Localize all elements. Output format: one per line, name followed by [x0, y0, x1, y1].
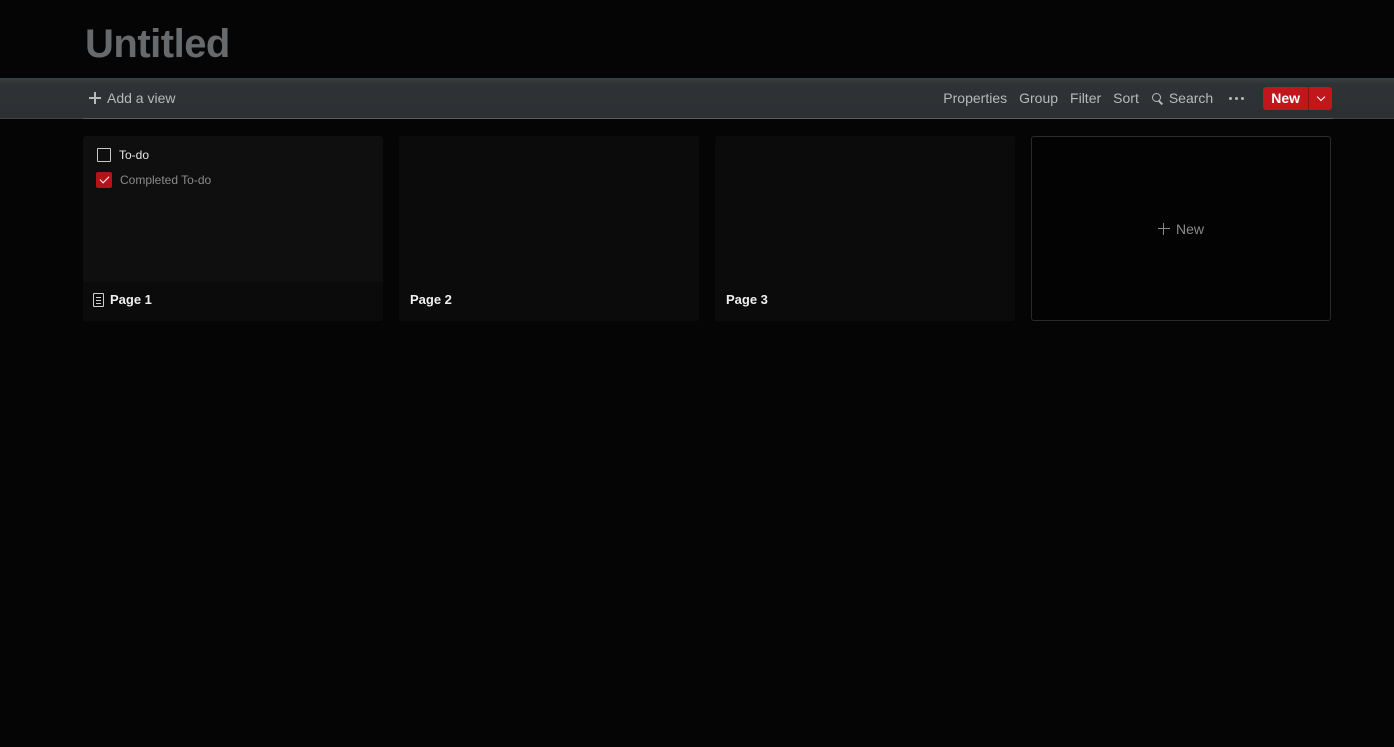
- todo-item: To-do: [97, 148, 149, 162]
- group-button[interactable]: Group: [1013, 85, 1064, 111]
- card-title-text: Page 1: [110, 292, 152, 307]
- checkbox-checked-icon[interactable]: [96, 172, 112, 188]
- gallery-card-page-1[interactable]: To-do Completed To-do Page 1: [83, 136, 383, 321]
- plus-icon: [1157, 222, 1170, 235]
- todo-item-completed: Completed To-do: [96, 172, 211, 188]
- gallery-card-page-3[interactable]: Page 3: [715, 136, 1015, 321]
- chevron-down-icon: [1316, 92, 1325, 101]
- page-icon: [93, 292, 104, 307]
- card-title: Page 1: [93, 292, 152, 307]
- filter-button[interactable]: Filter: [1064, 85, 1107, 111]
- gallery-view: To-do Completed To-do Page 1 Page 2 Page…: [83, 136, 1331, 321]
- new-button[interactable]: New: [1263, 86, 1308, 110]
- new-card-button[interactable]: New: [1031, 136, 1331, 321]
- checkbox-empty-icon[interactable]: [97, 148, 111, 162]
- gallery-card-page-2[interactable]: Page 2: [399, 136, 699, 321]
- new-card-label: New: [1175, 220, 1204, 237]
- view-toolbar: Add a view Properties Group Filter Sort …: [83, 78, 1332, 118]
- view-toolbar-band: Add a view Properties Group Filter Sort …: [0, 78, 1394, 119]
- search-label: Search: [1168, 90, 1214, 106]
- page-title[interactable]: Untitled: [85, 22, 230, 67]
- card-title: Page 2: [410, 292, 452, 307]
- new-dropdown-button[interactable]: [1308, 86, 1332, 110]
- toolbar-divider: [83, 118, 1333, 119]
- card-title-text: Page 3: [726, 292, 768, 307]
- sort-button[interactable]: Sort: [1107, 85, 1145, 111]
- card-title: Page 3: [726, 292, 768, 307]
- add-view-label: Add a view: [107, 90, 176, 106]
- card-preview: [715, 136, 1015, 282]
- card-title-text: Page 2: [410, 292, 452, 307]
- properties-button[interactable]: Properties: [937, 85, 1013, 111]
- todo-label-completed: Completed To-do: [120, 173, 212, 187]
- new-button-group: New: [1263, 86, 1332, 110]
- search-button[interactable]: Search: [1145, 85, 1219, 111]
- add-view-button[interactable]: Add a view: [83, 85, 181, 111]
- search-icon: [1151, 92, 1163, 104]
- plus-icon: [89, 92, 101, 104]
- card-preview: [399, 136, 699, 282]
- todo-label: To-do: [119, 148, 150, 162]
- database-page: Untitled Add a view Properties Group Fil…: [0, 0, 1394, 747]
- card-preview: To-do Completed To-do: [83, 136, 383, 282]
- more-options-icon[interactable]: [1219, 85, 1253, 111]
